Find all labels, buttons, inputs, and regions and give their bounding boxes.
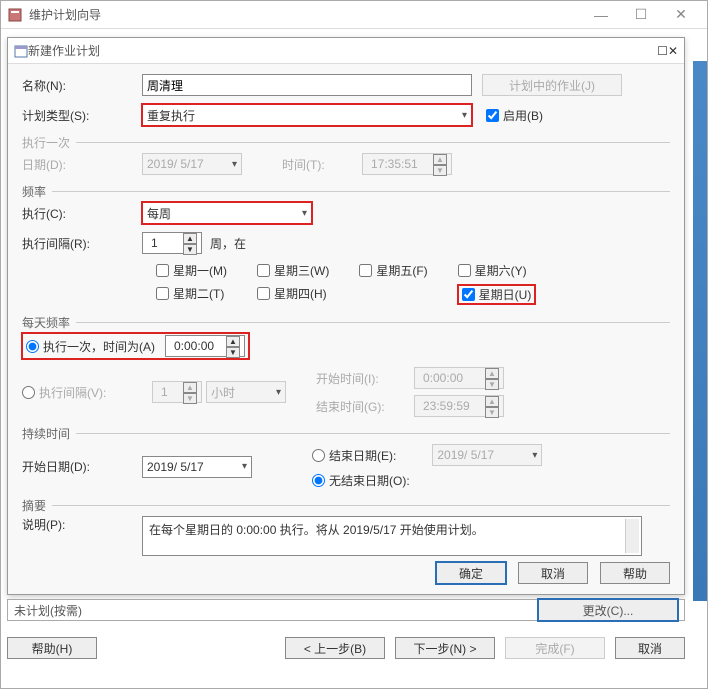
outer-cancel-button[interactable]: 取消 [615,637,685,659]
once-time-label: 时间(T): [282,156,362,173]
once-date-label: 日期(D): [22,156,142,173]
exec-combo[interactable]: 每周 ▾ [142,202,312,224]
scrollbar[interactable] [625,519,639,553]
interval-after-label: 周，在 [210,235,246,252]
outer-titlebar: 维护计划向导 — ☐ ✕ [1,1,707,29]
day-tue[interactable]: 星期二(T) [156,285,227,302]
exec-label: 执行(C): [22,205,142,222]
start-time-label: 开始时间(I): [316,370,406,387]
interval2-radio[interactable]: 执行间隔(V): [22,384,152,401]
schedule-icon [14,44,28,58]
inner-title: 新建作业计划 [28,42,657,59]
dur-group-label: 持续时间 [22,425,70,442]
once-date-picker: 2019/ 5/17▾ [142,153,242,175]
chevron-down-icon: ▾ [242,461,247,472]
app-icon [7,7,23,23]
once-group-label: 执行一次 [22,134,70,151]
end-time-label: 结束时间(G): [316,398,406,415]
next-button[interactable]: 下一步(N) > [395,637,495,659]
interval2-unit-combo: 小时▾ [206,381,286,403]
type-combo[interactable]: 重复执行 ▾ [142,104,472,126]
chevron-down-icon: ▾ [462,110,467,121]
minimize-icon[interactable]: — [581,3,621,27]
outer-window: 维护计划向导 — ☐ ✕ 新建作业计划 ☐ ✕ 名称(N): 计划中的作业(J) [0,0,708,689]
day-thu[interactable]: 星期四(H) [257,285,329,302]
inner-close-icon[interactable]: ✕ [668,44,678,58]
day-sat[interactable]: 星期六(Y) [458,262,536,279]
change-button[interactable]: 更改(C)... [538,599,678,621]
start-date-picker[interactable]: 2019/ 5/17▾ [142,456,252,478]
outer-title: 维护计划向导 [29,6,101,23]
once-time-input: 17:35:51 ▲▼ [362,153,452,175]
name-input[interactable] [142,74,472,96]
enable-label: 启用(B) [503,107,543,124]
close-icon[interactable]: ✕ [661,3,701,27]
finish-button: 完成(F) [505,637,605,659]
plan-jobs-button: 计划中的作业(J) [482,74,622,96]
type-value: 重复执行 [147,107,195,124]
interval2-spinner: 1 ▲▼ [152,381,202,403]
chevron-down-icon: ▾ [532,450,537,461]
start-time-input: 0:00:00▲▼ [414,367,504,389]
side-decoration [693,61,707,601]
cancel-button[interactable]: 取消 [518,562,588,584]
type-label: 计划类型(S): [22,107,142,124]
outer-help-button[interactable]: 帮助(H) [7,637,97,659]
day-wed[interactable]: 星期三(W) [257,262,329,279]
end-date-picker: 2019/ 5/17▾ [432,444,542,466]
prev-button[interactable]: < 上一步(B) [285,637,385,659]
end-date-radio[interactable]: 结束日期(E): [312,447,396,464]
end-time-input: 23:59:59▲▼ [414,395,504,417]
no-end-radio[interactable]: 无结束日期(O): [312,472,542,489]
dayfreq-group-label: 每天频率 [22,314,70,331]
interval-label: 执行间隔(R): [22,235,142,252]
interval-spinner[interactable]: 1 ▲▼ [142,232,202,254]
enable-checkbox-input[interactable] [486,109,499,122]
status-text: 未计划(按需) [14,602,82,619]
startd-label: 开始日期(D): [22,458,142,475]
day-sun[interactable]: 星期日(U) [458,285,536,304]
chevron-down-icon: ▾ [302,208,307,219]
inner-dialog: 新建作业计划 ☐ ✕ 名称(N): 计划中的作业(J) 计划类型(S): 重复执… [7,37,685,595]
weekday-grid: 星期一(M) 星期二(T) 星期三(W) 星期四(H) 星期五(F) 星期六(Y… [156,262,670,304]
once-at-radio[interactable]: 执行一次，时间为(A) 0:00:00 ▲▼ [22,333,249,359]
day-mon[interactable]: 星期一(M) [156,262,227,279]
inner-maximize-icon[interactable]: ☐ [657,44,668,58]
day-fri[interactable]: 星期五(F) [359,262,427,279]
inner-titlebar: 新建作业计划 ☐ ✕ [8,38,684,64]
maximize-icon[interactable]: ☐ [621,3,661,27]
exec-value: 每周 [147,205,171,222]
outer-status-bar: 未计划(按需) 更改(C)... [7,599,685,621]
chevron-down-icon: ▾ [232,159,237,170]
freq-group-label: 频率 [22,183,46,200]
ok-button[interactable]: 确定 [436,562,506,584]
desc-label: 说明(P): [22,516,142,533]
summary-textbox[interactable]: 在每个星期日的 0:00:00 执行。将从 2019/5/17 开始使用计划。 [142,516,642,556]
once-at-time[interactable]: 0:00:00 ▲▼ [165,335,245,357]
chevron-down-icon: ▾ [276,387,281,398]
summary-group-label: 摘要 [22,497,46,514]
help-button[interactable]: 帮助 [600,562,670,584]
name-label: 名称(N): [22,77,142,94]
enable-checkbox[interactable]: 启用(B) [486,107,543,124]
